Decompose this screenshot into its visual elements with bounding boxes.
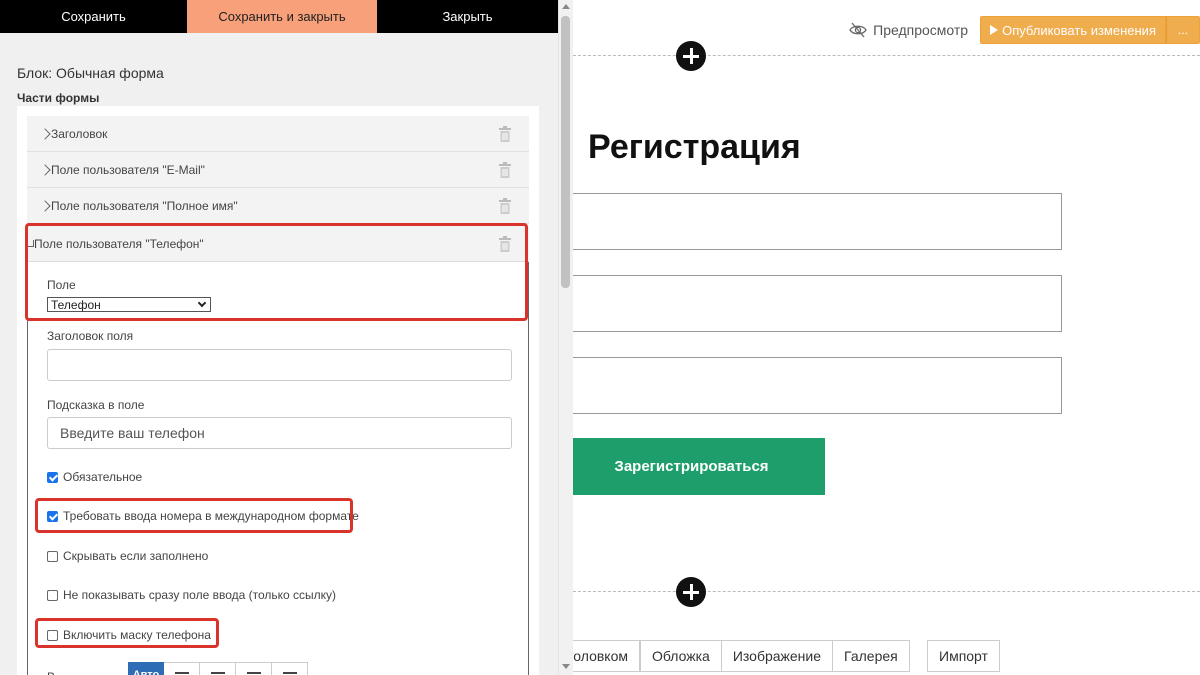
checkbox-label: Обязательное bbox=[63, 470, 143, 484]
preview-top-actions: Предпросмотр Опубликовать изменения ... bbox=[849, 16, 1200, 44]
form-title: Регистрация bbox=[588, 128, 801, 166]
form-part-full-name[interactable]: Поле пользователя "Полное имя" bbox=[27, 188, 529, 224]
save-and-close-button[interactable]: Сохранить и закрыть bbox=[187, 0, 377, 33]
checkbox-unchecked-icon[interactable] bbox=[47, 589, 58, 601]
align-auto-button[interactable]: Авто bbox=[128, 662, 164, 675]
close-button[interactable]: Закрыть bbox=[377, 0, 558, 33]
block-label: Блок: Обычная форма bbox=[17, 65, 164, 81]
trash-icon[interactable] bbox=[499, 126, 511, 142]
publish-button[interactable]: Опубликовать изменения bbox=[980, 16, 1166, 44]
add-block-top-icon[interactable] bbox=[676, 41, 706, 71]
block-tab-gallery[interactable]: Галерея bbox=[833, 640, 910, 672]
align-button-group: Авто bbox=[128, 662, 308, 675]
scroll-up-icon[interactable] bbox=[562, 4, 570, 9]
field-hint-input[interactable]: Введите ваш телефон bbox=[47, 417, 512, 449]
eye-slash-icon bbox=[849, 22, 867, 38]
chevron-right-icon bbox=[39, 163, 51, 176]
form-parts-label: Части формы bbox=[17, 91, 100, 105]
page-preview: Предпросмотр Опубликовать изменения ... … bbox=[558, 0, 1200, 675]
block-tab-cover[interactable]: Обложка bbox=[640, 640, 722, 672]
chevron-right-icon bbox=[39, 199, 51, 212]
highlight-phone-mask bbox=[35, 618, 219, 648]
checkbox-checked-icon[interactable] bbox=[47, 471, 58, 483]
editor-toolbar: Сохранить Сохранить и закрыть Закрыть bbox=[0, 0, 558, 33]
scroll-down-icon[interactable] bbox=[562, 664, 570, 669]
align-right-button[interactable] bbox=[236, 662, 272, 675]
align-label: В bbox=[47, 670, 55, 675]
publish-button-label: Опубликовать изменения bbox=[1002, 22, 1156, 38]
preview-link[interactable]: Предпросмотр bbox=[849, 22, 968, 38]
import-button[interactable]: Импорт bbox=[927, 640, 1000, 672]
trash-icon[interactable] bbox=[499, 198, 511, 214]
form-part-heading[interactable]: Заголовок bbox=[27, 116, 529, 152]
align-center-button[interactable] bbox=[200, 662, 236, 675]
play-icon bbox=[990, 25, 999, 35]
block-type-tabs: головком Обложка Изображение Галерея bbox=[558, 640, 910, 672]
register-button[interactable]: Зарегистрироваться bbox=[558, 438, 825, 495]
form-part-email[interactable]: Поле пользователя "E-Mail" bbox=[27, 152, 529, 188]
field-hint-label: Подсказка в поле bbox=[47, 398, 145, 412]
trash-icon[interactable] bbox=[499, 162, 511, 178]
editor-panel: Сохранить Сохранить и закрыть Закрыть Бл… bbox=[0, 0, 558, 675]
form-part-label: Заголовок bbox=[51, 126, 108, 141]
block-divider-bottom bbox=[558, 591, 1200, 592]
checkbox-hide-if-filled[interactable]: Скрывать если заполнено bbox=[47, 549, 208, 563]
add-block-bottom-icon[interactable] bbox=[676, 577, 706, 607]
field-title-input[interactable] bbox=[47, 349, 512, 381]
preview-link-label: Предпросмотр bbox=[873, 22, 969, 38]
scrollbar-thumb[interactable] bbox=[561, 16, 570, 288]
checkbox-link-only[interactable]: Не показывать сразу поле ввода (только с… bbox=[47, 588, 336, 602]
form-part-label: Поле пользователя "E-Mail" bbox=[51, 162, 205, 177]
block-tab-image[interactable]: Изображение bbox=[721, 640, 834, 672]
checkbox-required[interactable]: Обязательное bbox=[47, 470, 142, 484]
block-divider-top bbox=[558, 55, 1200, 56]
highlight-international-format bbox=[35, 498, 353, 533]
align-left-button[interactable] bbox=[164, 662, 200, 675]
form-part-label: Поле пользователя "Полное имя" bbox=[51, 198, 238, 213]
form-input-phone[interactable] bbox=[558, 357, 1062, 414]
publish-more-button[interactable]: ... bbox=[1166, 16, 1200, 44]
highlight-phone-field bbox=[25, 223, 528, 321]
field-title-label: Заголовок поля bbox=[47, 329, 134, 343]
checkbox-label: Скрывать если заполнено bbox=[63, 549, 209, 563]
align-justify-button[interactable] bbox=[272, 662, 308, 675]
save-button[interactable]: Сохранить bbox=[0, 0, 187, 33]
chevron-right-icon bbox=[39, 127, 51, 140]
checkbox-unchecked-icon[interactable] bbox=[47, 550, 58, 562]
form-input-email[interactable] bbox=[558, 193, 1062, 250]
checkbox-label: Не показывать сразу поле ввода (только с… bbox=[63, 588, 337, 602]
form-input-name[interactable] bbox=[558, 275, 1062, 332]
